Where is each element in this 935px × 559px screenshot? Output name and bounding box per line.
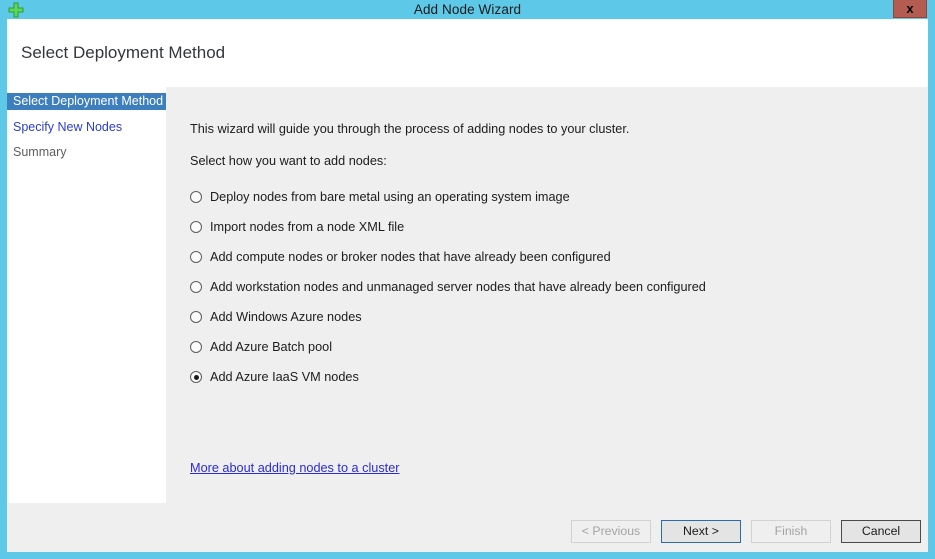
next-button[interactable]: Next > [661,520,741,543]
radio-icon[interactable] [190,221,202,233]
add-node-wizard-window: Add Node Wizard x Select Deployment Meth… [0,0,935,559]
radio-option-add-windows-azure-nodes[interactable]: Add Windows Azure nodes [190,302,920,332]
radio-label: Add Windows Azure nodes [210,310,362,324]
radio-label: Add compute nodes or broker nodes that h… [210,250,611,264]
prompt-text: Select how you want to add nodes: [190,154,387,168]
deployment-method-radio-group[interactable]: Deploy nodes from bare metal using an op… [190,182,920,392]
close-icon[interactable]: x [893,0,927,18]
radio-icon[interactable] [190,281,202,293]
wizard-step-sidebar: Select Deployment Method Specify New Nod… [7,87,166,502]
radio-icon[interactable] [190,191,202,203]
window-title: Add Node Wizard [413,2,522,17]
radio-label: Add Azure IaaS VM nodes [210,370,359,384]
intro-text: This wizard will guide you through the p… [190,122,630,136]
radio-icon[interactable] [190,341,202,353]
radio-icon[interactable] [190,251,202,263]
radio-option-add-compute-broker-nodes[interactable]: Add compute nodes or broker nodes that h… [190,242,920,272]
footer-divider [7,502,166,503]
radio-label: Deploy nodes from bare metal using an op… [210,190,570,204]
sidebar-item-specify-new-nodes[interactable]: Specify New Nodes [7,119,166,136]
wizard-body: Select Deployment Method Specify New Nod… [7,87,928,502]
radio-option-import-node-xml[interactable]: Import nodes from a node XML file [190,212,920,242]
sidebar-item-summary: Summary [7,144,166,161]
wizard-button-bar: < Previous Next > Finish Cancel [571,520,921,543]
finish-button[interactable]: Finish [751,520,831,543]
wizard-footer: < Previous Next > Finish Cancel [7,502,928,552]
wizard-header: Select Deployment Method [7,19,928,87]
page-title: Select Deployment Method [21,43,226,62]
radio-option-add-azure-batch-pool[interactable]: Add Azure Batch pool [190,332,920,362]
radio-label: Add Azure Batch pool [210,340,333,354]
sidebar-item-select-deployment-method[interactable]: Select Deployment Method [7,93,166,110]
wizard-content-pane: This wizard will guide you through the p… [166,87,928,502]
radio-icon[interactable] [190,311,202,323]
previous-button[interactable]: < Previous [571,520,651,543]
sidebar-item-label: Specify New Nodes [13,120,123,134]
radio-icon[interactable] [190,371,202,383]
more-about-adding-nodes-link[interactable]: More about adding nodes to a cluster [190,461,399,475]
radio-option-add-workstation-unmanaged-nodes[interactable]: Add workstation nodes and unmanaged serv… [190,272,920,302]
sidebar-item-label: Summary [13,145,67,159]
radio-option-add-azure-iaas-vm-nodes[interactable]: Add Azure IaaS VM nodes [190,362,920,392]
radio-label: Import nodes from a node XML file [210,220,405,234]
title-bar: Add Node Wizard x [0,0,935,19]
radio-option-deploy-bare-metal[interactable]: Deploy nodes from bare metal using an op… [190,182,920,212]
sidebar-item-label: Select Deployment Method [13,94,164,108]
radio-label: Add workstation nodes and unmanaged serv… [210,280,706,294]
cancel-button[interactable]: Cancel [841,520,921,543]
